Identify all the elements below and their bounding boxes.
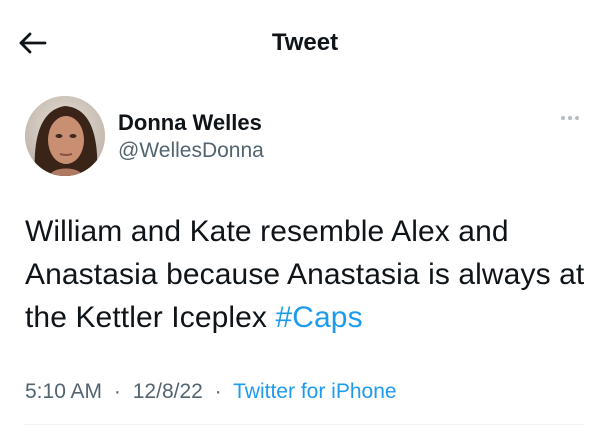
more-dot bbox=[575, 116, 579, 120]
user-handle[interactable]: @WellesDonna bbox=[118, 138, 264, 164]
more-horizontal-icon bbox=[561, 116, 565, 120]
divider bbox=[25, 424, 585, 425]
more-dot bbox=[568, 116, 572, 120]
profile-photo bbox=[25, 96, 105, 176]
display-name[interactable]: Donna Welles bbox=[118, 110, 264, 136]
author-names: Donna Welles @WellesDonna bbox=[118, 110, 264, 164]
page-title: Tweet bbox=[271, 29, 339, 56]
hashtag-link[interactable]: #Caps bbox=[275, 301, 362, 334]
tweet-source-link[interactable]: Twitter for iPhone bbox=[233, 380, 396, 403]
meta-separator-2: · bbox=[214, 380, 222, 403]
tweet-author: Donna Welles @WellesDonna bbox=[0, 96, 610, 176]
tweet-header: Tweet bbox=[0, 0, 610, 86]
meta-separator: · bbox=[113, 380, 121, 403]
tweet-date[interactable]: 12/8/22 bbox=[133, 380, 203, 403]
avatar[interactable] bbox=[25, 96, 105, 176]
tweet-time[interactable]: 5:10 AM bbox=[25, 380, 102, 403]
tweet-meta: 5:10 AM · 12/8/22 · Twitter for iPhone bbox=[25, 378, 397, 406]
more-options-button[interactable] bbox=[556, 110, 584, 126]
tweet-text: William and Kate resemble Alex and Anast… bbox=[25, 210, 590, 339]
